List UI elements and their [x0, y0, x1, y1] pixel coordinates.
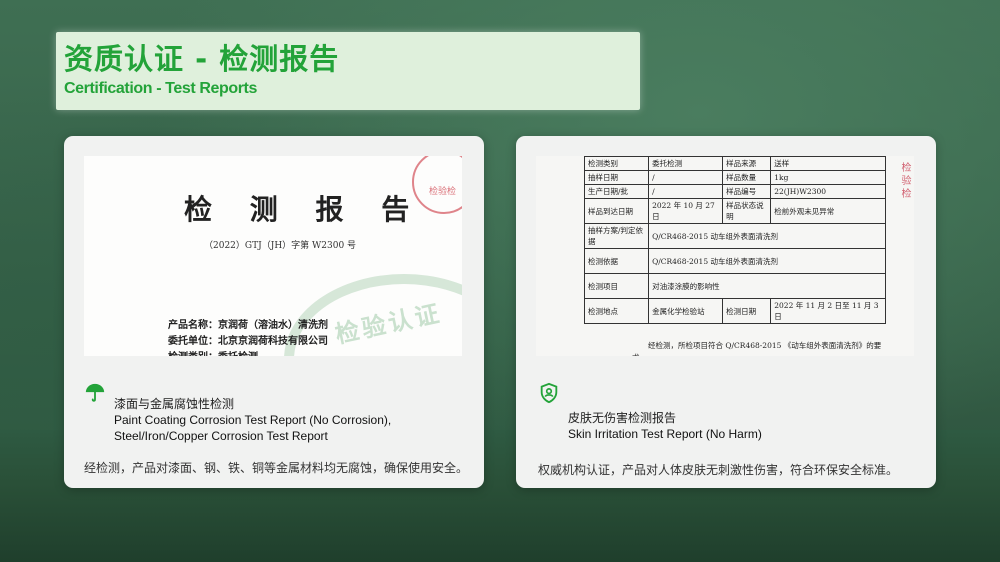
card-skin-test: 检测类别 委托检测 样品来源 送样 抽样日期 / 样品数量 1kg 生产日期/批… — [516, 136, 936, 488]
table-cell: 2022 年 10 月 27 日 — [648, 198, 724, 224]
card-description: 权威机构认证，产品对人体皮肤无刺激性伤害，符合环保安全标准。 — [538, 463, 899, 477]
report-stamp-text: 检验检 — [428, 187, 456, 197]
card-title: 皮肤无伤害检测报告 — [568, 411, 677, 425]
table-cell: 2022 年 11 月 2 日至 11 月 3 日 — [770, 298, 886, 324]
report-conclusion: 经检测，所检项目符合 Q/CR468-2015 《动车组外表面清洗剂》的要 — [648, 341, 882, 350]
table-row: 抽样日期 / 样品数量 1kg — [583, 170, 886, 185]
table-cell: 对油漆涂膜的影响性 — [648, 273, 886, 299]
table-row: 样品到达日期 2022 年 10 月 27 日 样品状态说明 检前外观未见异常 — [583, 198, 886, 224]
table-cell: 金属化学检验站 — [648, 298, 724, 324]
table-cell: 抽样方案/判定依据 — [583, 223, 650, 249]
page-title: 资质认证 - 检测报告 — [64, 42, 340, 76]
table-row: 生产日期/批 / 样品编号 22(JH)W2300 — [583, 184, 886, 199]
user-shield-icon — [540, 382, 558, 404]
table-cell: 检测地点 — [583, 298, 650, 324]
table-cell: 委托检测 — [648, 156, 724, 171]
table-row: 检测项目 对油漆涂膜的影响性 — [583, 273, 886, 299]
card-title-en: Paint Coating Corrosion Test Report (No … — [114, 413, 392, 427]
table-row: 抽样方案/判定依据 Q/CR468-2015 动车组外表面清洗剂 — [583, 223, 886, 249]
table-row: 检测依据 Q/CR468-2015 动车组外表面清洗剂 — [583, 248, 886, 274]
report-conclusion: 求。 — [632, 352, 647, 356]
table-cell: 检测依据 — [583, 248, 650, 274]
report-line: 检测类别：委托检测 — [168, 348, 258, 356]
report-table: 检测类别 委托检测 样品来源 送样 抽样日期 / 样品数量 1kg 生产日期/批… — [583, 156, 886, 324]
report-image-skin[interactable]: 检测类别 委托检测 样品来源 送样 抽样日期 / 样品数量 1kg 生产日期/批… — [536, 156, 914, 356]
report-line: 委托单位：北京京润荷科技有限公司 — [168, 336, 328, 347]
table-cell: 生产日期/批 — [583, 184, 650, 199]
table-cell: 抽样日期 — [583, 170, 650, 185]
table-cell: 检测日期 — [722, 298, 772, 324]
table-cell: 样品编号 — [722, 184, 772, 199]
table-cell: 检测类别 — [583, 156, 650, 171]
table-row: 检测地点 金属化学检验站 检测日期 2022 年 11 月 2 日至 11 月 … — [583, 298, 886, 324]
table-cell: 样品到达日期 — [583, 198, 650, 224]
table-cell: / — [648, 170, 724, 185]
table-cell: Q/CR468-2015 动车组外表面清洗剂 — [648, 248, 886, 274]
card-corrosion-test: 检验检 检验认证 检 测 报 告 （2022）GTJ（JH）字第 W2300 号… — [64, 136, 484, 488]
card-description: 经检测，产品对漆面、钢、铁、铜等金属材料均无腐蚀，确保使用安全。 — [84, 461, 469, 475]
report-side-stamp: 检验检 — [899, 162, 910, 201]
table-cell: 样品状态说明 — [722, 198, 772, 224]
report-line: 产品名称：京润荷（溶油水）清洗剂 — [168, 320, 328, 331]
card-title: 漆面与金属腐蚀性检测 — [114, 397, 235, 411]
card-title-en: Skin Irritation Test Report (No Harm) — [568, 427, 762, 441]
table-cell: / — [648, 184, 724, 199]
title-banner: 资质认证 - 检测报告 Certification - Test Reports — [56, 32, 640, 110]
table-cell: 样品数量 — [722, 170, 772, 185]
umbrella-icon — [85, 383, 105, 402]
table-cell: 22(JH)W2300 — [770, 184, 886, 199]
table-row: 检测类别 委托检测 样品来源 送样 — [583, 156, 886, 171]
table-cell: 送样 — [770, 156, 886, 171]
report-number: （2022）GTJ（JH）字第 W2300 号 — [204, 241, 357, 251]
table-cell: 检前外观未见异常 — [770, 198, 886, 224]
table-cell: Q/CR468-2015 动车组外表面清洗剂 — [648, 223, 886, 249]
table-cell: 1kg — [770, 170, 886, 185]
report-image-corrosion[interactable]: 检验检 检验认证 检 测 报 告 （2022）GTJ（JH）字第 W2300 号… — [84, 156, 462, 356]
table-cell: 检测项目 — [583, 273, 650, 299]
report-heading: 检 测 报 告 — [184, 193, 424, 226]
page-subtitle: Certification - Test Reports — [64, 80, 257, 97]
table-cell: 样品来源 — [722, 156, 772, 171]
card-title-en: Steel/Iron/Copper Corrosion Test Report — [114, 429, 328, 443]
